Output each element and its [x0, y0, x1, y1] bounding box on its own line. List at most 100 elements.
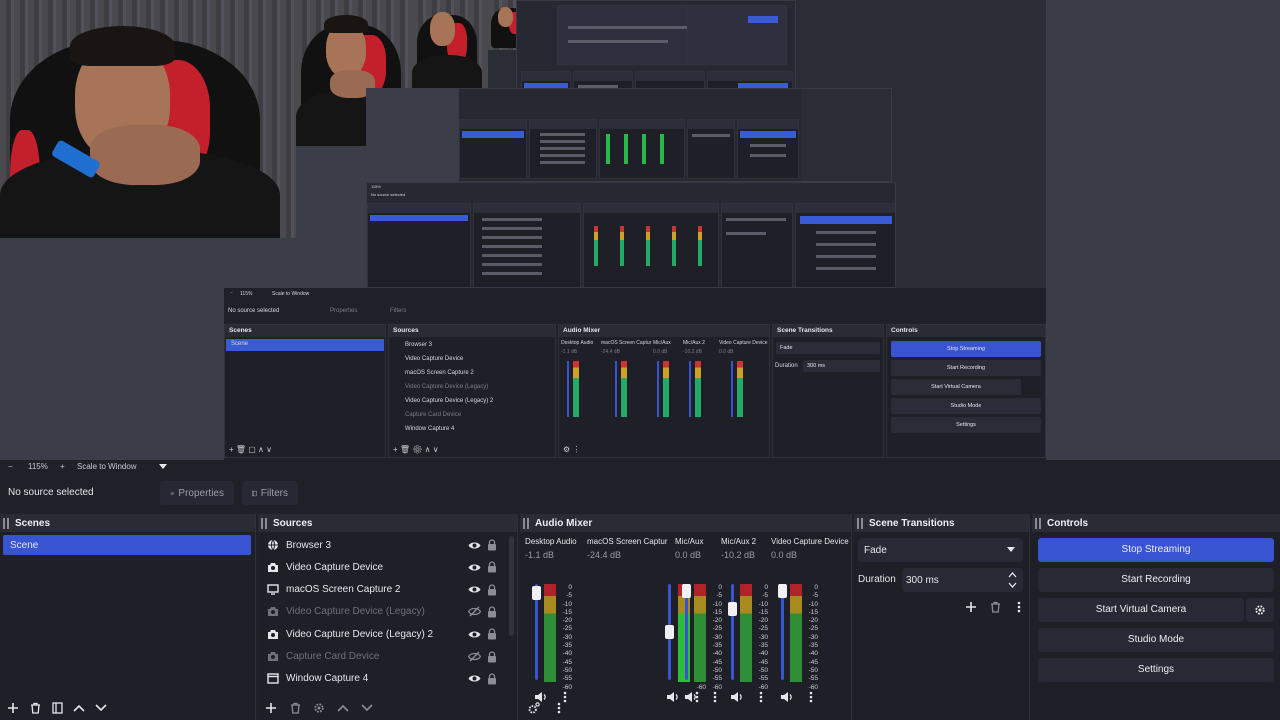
- add-transition-button[interactable]: [964, 600, 978, 614]
- properties-label: Properties: [178, 487, 224, 499]
- dock-grip-icon[interactable]: [261, 517, 269, 529]
- source-properties-button[interactable]: [312, 701, 326, 715]
- scene-label: Scene: [10, 539, 39, 551]
- duration-spinbox[interactable]: 300 ms: [902, 568, 1023, 592]
- virtual-camera-settings-button[interactable]: [1246, 598, 1274, 622]
- remove-source-button[interactable]: [288, 701, 302, 715]
- source-item[interactable]: Video Capture Device (Legacy) 2: [258, 623, 517, 645]
- volume-slider-handle[interactable]: [778, 584, 787, 598]
- source-item[interactable]: Video Capture Device: [258, 556, 517, 578]
- lock-icon[interactable]: [485, 672, 499, 686]
- move-source-down-button[interactable]: [360, 701, 374, 715]
- mixer-header: Audio Mixer: [520, 514, 851, 532]
- dock-grip-icon[interactable]: [1035, 517, 1043, 529]
- transition-menu-button[interactable]: [1012, 600, 1026, 614]
- eye-icon[interactable]: [467, 672, 481, 686]
- dock-grip-icon[interactable]: [857, 517, 865, 529]
- volume-slider-handle[interactable]: [682, 584, 691, 598]
- move-source-up-button[interactable]: [336, 701, 350, 715]
- eye-icon[interactable]: [467, 538, 481, 552]
- nested-source: Video Capture Device: [405, 356, 464, 362]
- move-scene-up-button[interactable]: [72, 701, 86, 715]
- stop-streaming-button[interactable]: Stop Streaming: [1038, 538, 1274, 562]
- volume-slider[interactable]: [685, 584, 688, 680]
- meter-scale-tick: 0: [568, 584, 572, 591]
- volume-slider[interactable]: [781, 584, 784, 680]
- volume-slider-handle[interactable]: [532, 585, 541, 600]
- nested-duration-label: Duration: [775, 363, 798, 369]
- source-item[interactable]: Video Capture Device (Legacy): [258, 601, 517, 623]
- eye-icon[interactable]: [467, 560, 481, 574]
- add-scene-button[interactable]: [6, 701, 20, 715]
- nested-obs-window: − 115% Scale to Window No source selecte…: [224, 288, 1046, 460]
- start-virtual-camera-button[interactable]: Start Virtual Camera: [1038, 598, 1244, 622]
- nested-mixer-dock: Audio Mixer Desktop Audio macOS Screen C…: [558, 324, 770, 458]
- audio-mixer-dock: Audio Mixer Desktop Audio -1.1 dB 0 -5 -10 -1…: [520, 514, 852, 720]
- nested-channel-db: -1.1 dB: [561, 349, 578, 355]
- dock-grip-icon[interactable]: [3, 517, 11, 529]
- lock-icon[interactable]: [485, 583, 499, 597]
- nested-source: Capture Card Device: [405, 412, 462, 418]
- preview-canvas[interactable]: 115% No source selected − 115% Scale to …: [0, 0, 1280, 460]
- nested-transitions-dock: Scene Transitions Fade Duration 300 ms: [772, 324, 884, 458]
- advanced-audio-button[interactable]: [526, 701, 540, 715]
- volume-slider[interactable]: [731, 584, 734, 680]
- spin-arrows-icon[interactable]: [1008, 571, 1017, 589]
- nested-channel-name: Video Capture Device: [719, 340, 768, 346]
- add-source-button[interactable]: [264, 701, 278, 715]
- nested-settings: Settings: [891, 417, 1041, 433]
- nested-obs-window: [458, 88, 892, 182]
- sources-scrollbar[interactable]: [509, 536, 514, 636]
- mixer-menu-button[interactable]: [552, 701, 566, 715]
- chevron-down-icon[interactable]: [159, 464, 167, 469]
- meter-scale-tick: 0: [814, 584, 818, 591]
- eye-off-icon[interactable]: [467, 605, 481, 619]
- nested-scenes-dock: Scenes Scene + 🗑 ▢ ∧ ∨: [224, 324, 386, 458]
- start-recording-button[interactable]: Start Recording: [1038, 568, 1274, 592]
- chevron-down-icon: [1007, 547, 1015, 552]
- nested-source: Video Capture Device (Legacy) 2: [405, 398, 494, 404]
- plus-icon: [966, 602, 976, 612]
- scale-mode-select[interactable]: Scale to Window: [77, 462, 137, 471]
- zoom-out-button[interactable]: −: [8, 462, 13, 471]
- meter-scale-tick: -10: [808, 600, 818, 608]
- filters-button[interactable]: Filters: [242, 481, 298, 505]
- eye-icon[interactable]: [467, 583, 481, 597]
- properties-button[interactable]: Properties: [160, 481, 234, 505]
- source-item[interactable]: Capture Card Device: [258, 646, 517, 668]
- source-item[interactable]: macOS Screen Capture 2: [258, 579, 517, 601]
- meter-scale-tick: -50: [562, 666, 572, 674]
- transition-select[interactable]: Fade: [858, 538, 1023, 562]
- zoom-in-button[interactable]: +: [60, 462, 65, 471]
- lock-icon[interactable]: [485, 650, 499, 664]
- globe-icon: [266, 538, 280, 552]
- sources-header: Sources: [258, 514, 517, 532]
- source-label: macOS Screen Capture 2: [286, 584, 401, 596]
- eye-icon[interactable]: [467, 627, 481, 641]
- eye-off-icon[interactable]: [467, 650, 481, 664]
- mixer-title: Audio Mixer: [535, 517, 593, 529]
- camera-icon: [266, 650, 280, 664]
- lock-icon[interactable]: [485, 605, 499, 619]
- nested-filters: Filters: [390, 308, 407, 314]
- lock-icon[interactable]: [485, 560, 499, 574]
- source-label: Video Capture Device (Legacy): [286, 606, 425, 618]
- chevron-up-icon: [73, 704, 85, 712]
- source-item[interactable]: Browser 3: [258, 534, 517, 556]
- scene-filters-button[interactable]: [50, 701, 64, 715]
- scene-item[interactable]: Scene: [3, 535, 251, 555]
- camera-icon: [266, 627, 280, 641]
- lock-icon[interactable]: [485, 627, 499, 641]
- meter-scale-tick: -40: [808, 650, 818, 658]
- dock-grip-icon[interactable]: [523, 517, 531, 529]
- remove-scene-button[interactable]: [28, 701, 42, 715]
- move-scene-down-button[interactable]: [94, 701, 108, 715]
- more-vertical-icon: [1017, 601, 1021, 613]
- studio-mode-button[interactable]: Studio Mode: [1038, 628, 1274, 652]
- remove-transition-button[interactable]: [988, 600, 1002, 614]
- volume-slider-handle[interactable]: [728, 602, 737, 617]
- source-item[interactable]: Window Capture 4: [258, 668, 517, 690]
- settings-button[interactable]: Settings: [1038, 658, 1274, 682]
- gear-icon: [1255, 605, 1265, 615]
- lock-icon[interactable]: [485, 538, 499, 552]
